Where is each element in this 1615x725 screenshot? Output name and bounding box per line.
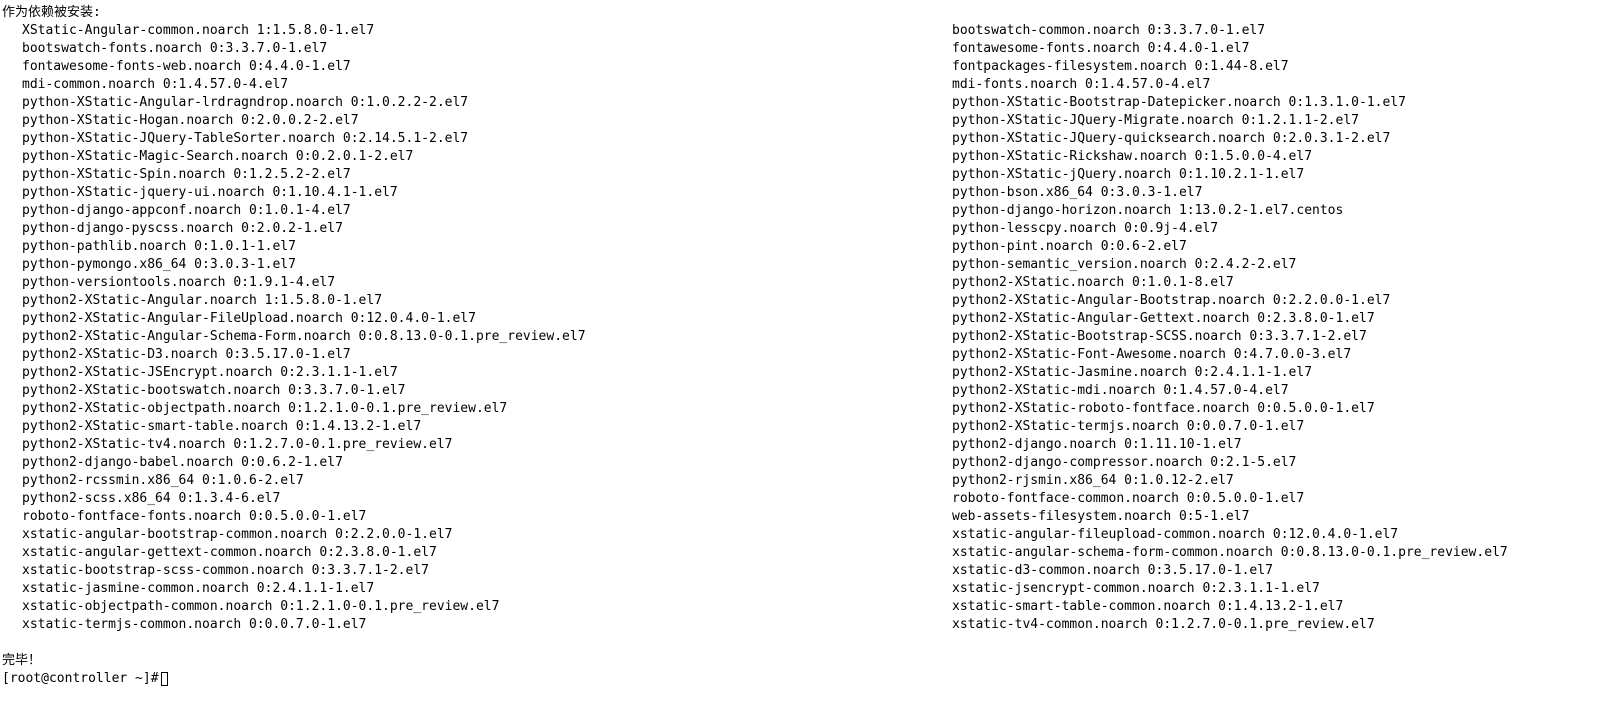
package-line: xstatic-smart-table-common.noarch 0:1.4.… [952,598,1613,616]
package-line: python2-XStatic.noarch 0:1.0.1-8.el7 [952,274,1613,292]
package-line: python2-XStatic-Angular-FileUpload.noarc… [22,310,932,328]
package-line: python-semantic_version.noarch 0:2.4.2-2… [952,256,1613,274]
package-line: python2-django-babel.noarch 0:0.6.2-1.el… [22,454,932,472]
package-line: python2-django.noarch 0:1.11.10-1.el7 [952,436,1613,454]
package-line: roboto-fontface-common.noarch 0:0.5.0.0-… [952,490,1613,508]
package-line: fontpackages-filesystem.noarch 0:1.44-8.… [952,58,1613,76]
package-line: python2-scss.x86_64 0:1.3.4-6.el7 [22,490,932,508]
shell-prompt: [root@controller ~]# [2,670,159,688]
package-line: python2-XStatic-Angular-Gettext.noarch 0… [952,310,1613,328]
package-line: xstatic-angular-bootstrap-common.noarch … [22,526,932,544]
package-line: xstatic-d3-common.noarch 0:3.5.17.0-1.el… [952,562,1613,580]
package-line: xstatic-angular-gettext-common.noarch 0:… [22,544,932,562]
package-line: python-XStatic-Hogan.noarch 0:2.0.0.2-2.… [22,112,932,130]
package-line: python-pint.noarch 0:0.6-2.el7 [952,238,1613,256]
package-line: xstatic-jsencrypt-common.noarch 0:2.3.1.… [952,580,1613,598]
package-line: python2-XStatic-roboto-fontface.noarch 0… [952,400,1613,418]
cursor-icon [161,672,168,686]
package-line: web-assets-filesystem.noarch 0:5-1.el7 [952,508,1613,526]
package-line: bootswatch-common.noarch 0:3.3.7.0-1.el7 [952,22,1613,40]
package-line: python2-XStatic-D3.noarch 0:3.5.17.0-1.e… [22,346,932,364]
package-line: python2-rcssmin.x86_64 0:1.0.6-2.el7 [22,472,932,490]
package-line: python2-XStatic-tv4.noarch 0:1.2.7.0-0.1… [22,436,932,454]
package-line: python-XStatic-Angular-lrdragndrop.noarc… [22,94,932,112]
package-line: xstatic-angular-fileupload-common.noarch… [952,526,1613,544]
package-line: python-pathlib.noarch 0:1.0.1-1.el7 [22,238,932,256]
package-line: python-XStatic-Rickshaw.noarch 0:1.5.0.0… [952,148,1613,166]
package-line: xstatic-angular-schema-form-common.noarc… [952,544,1613,562]
package-line: python-bson.x86_64 0:3.0.3-1.el7 [952,184,1613,202]
package-line: python-XStatic-jQuery.noarch 0:1.10.2.1-… [952,166,1613,184]
package-line: xstatic-tv4-common.noarch 0:1.2.7.0-0.1.… [952,616,1613,634]
dependency-install-header: 作为依赖被安装: [2,4,1613,22]
package-line: xstatic-termjs-common.noarch 0:0.0.7.0-1… [22,616,932,634]
package-line: python2-XStatic-termjs.noarch 0:0.0.7.0-… [952,418,1613,436]
package-line: python-XStatic-Bootstrap-Datepicker.noar… [952,94,1613,112]
package-line: python2-XStatic-objectpath.noarch 0:1.2.… [22,400,932,418]
package-line: XStatic-Angular-common.noarch 1:1.5.8.0-… [22,22,932,40]
package-line: fontawesome-fonts-web.noarch 0:4.4.0-1.e… [22,58,932,76]
terminal-footer: 完毕！ [root@controller ~]# [2,652,1613,688]
package-line: python-XStatic-jquery-ui.noarch 0:1.10.4… [22,184,932,202]
package-line: roboto-fontface-fonts.noarch 0:0.5.0.0-1… [22,508,932,526]
package-line: python2-XStatic-Font-Awesome.noarch 0:4.… [952,346,1613,364]
prompt-line[interactable]: [root@controller ~]# [2,670,1613,688]
package-line: python-XStatic-Spin.noarch 0:1.2.5.2-2.e… [22,166,932,184]
package-line: python2-rjsmin.x86_64 0:1.0.12-2.el7 [952,472,1613,490]
package-line: python2-XStatic-JSEncrypt.noarch 0:2.3.1… [22,364,932,382]
package-line: mdi-fonts.noarch 0:1.4.57.0-4.el7 [952,76,1613,94]
package-line: xstatic-jasmine-common.noarch 0:2.4.1.1-… [22,580,932,598]
package-line: python2-XStatic-mdi.noarch 0:1.4.57.0-4.… [952,382,1613,400]
done-text: 完毕！ [2,652,1613,670]
package-line: python-XStatic-JQuery-quicksearch.noarch… [952,130,1613,148]
package-line: fontawesome-fonts.noarch 0:4.4.0-1.el7 [952,40,1613,58]
package-line: python2-XStatic-Jasmine.noarch 0:2.4.1.1… [952,364,1613,382]
package-line: python-django-appconf.noarch 0:1.0.1-4.e… [22,202,932,220]
package-line: python2-XStatic-smart-table.noarch 0:1.4… [22,418,932,436]
package-line: mdi-common.noarch 0:1.4.57.0-4.el7 [22,76,932,94]
package-line: python2-XStatic-Angular.noarch 1:1.5.8.0… [22,292,932,310]
package-line: python-django-pyscss.noarch 0:2.0.2-1.el… [22,220,932,238]
package-line: python2-XStatic-bootswatch.noarch 0:3.3.… [22,382,932,400]
package-column-2: bootswatch-common.noarch 0:3.3.7.0-1.el7… [932,22,1613,634]
package-line: python-XStatic-JQuery-TableSorter.noarch… [22,130,932,148]
package-line: xstatic-bootstrap-scss-common.noarch 0:3… [22,562,932,580]
package-line: bootswatch-fonts.noarch 0:3.3.7.0-1.el7 [22,40,932,58]
package-line: python-pymongo.x86_64 0:3.0.3-1.el7 [22,256,932,274]
package-line: python2-django-compressor.noarch 0:2.1-5… [952,454,1613,472]
package-line: python-versiontools.noarch 0:1.9.1-4.el7 [22,274,932,292]
package-column-1: XStatic-Angular-common.noarch 1:1.5.8.0-… [2,22,932,634]
package-line: python2-XStatic-Angular-Schema-Form.noar… [22,328,932,346]
package-line: python2-XStatic-Bootstrap-SCSS.noarch 0:… [952,328,1613,346]
package-line: python-django-horizon.noarch 1:13.0.2-1.… [952,202,1613,220]
package-line: python2-XStatic-Angular-Bootstrap.noarch… [952,292,1613,310]
package-line: xstatic-objectpath-common.noarch 0:1.2.1… [22,598,932,616]
package-line: python-lesscpy.noarch 0:0.9j-4.el7 [952,220,1613,238]
package-columns: XStatic-Angular-common.noarch 1:1.5.8.0-… [2,22,1613,634]
package-line: python-XStatic-Magic-Search.noarch 0:0.2… [22,148,932,166]
package-line: python-XStatic-JQuery-Migrate.noarch 0:1… [952,112,1613,130]
